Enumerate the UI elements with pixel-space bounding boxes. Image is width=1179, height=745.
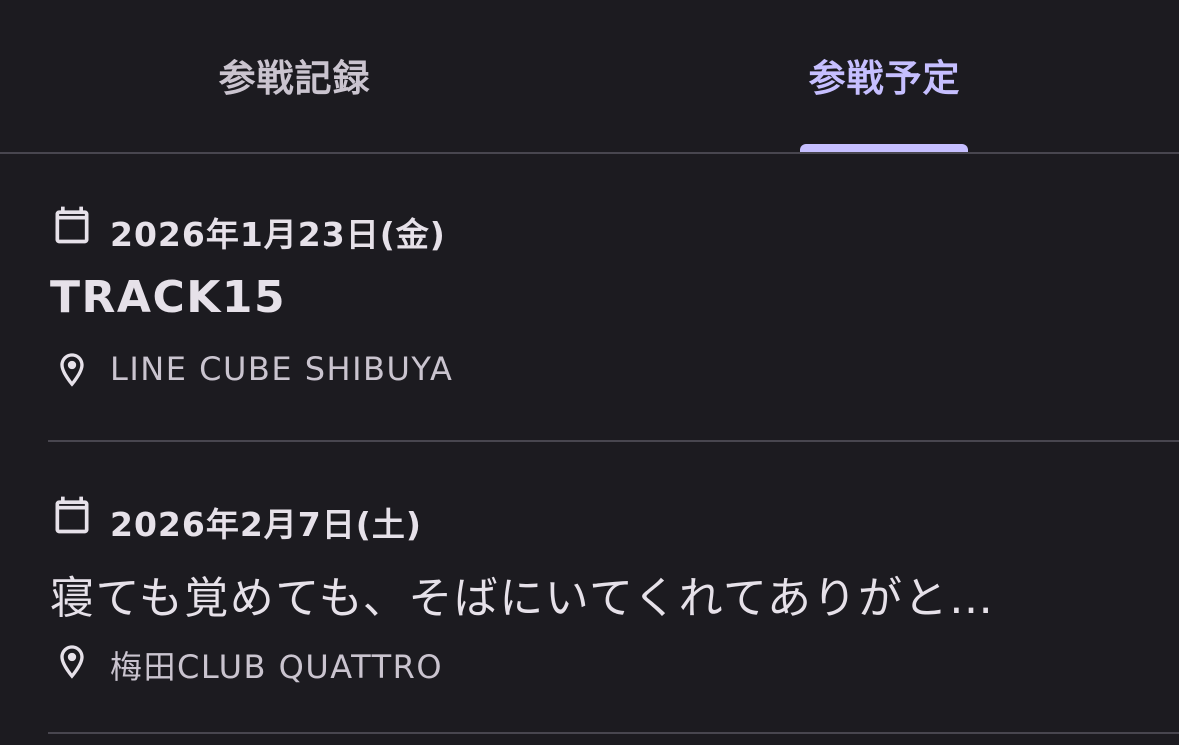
event-date: 2026年2月7日(土) [110,505,422,544]
location-pin-icon [60,645,84,679]
event-venue: LINE CUBE SHIBUYA [110,350,454,388]
calendar-icon [55,496,89,534]
event-item[interactable]: 2026年2月7日(土) 寝ても覚めても、そばにいてくれてありがと… 梅田CLU… [0,444,1179,736]
location-pin-icon [60,353,84,387]
event-title: 寝ても覚めても、そばにいてくれてありがと… [50,573,995,624]
event-item[interactable]: 2026年1月23日(金) TRACK15 LINE CUBE SHIBUYA [0,154,1179,446]
calendar-icon [55,206,89,244]
tab-bar: 参戦記録 参戦予定 [0,0,1179,154]
event-title: TRACK15 [50,272,287,323]
list-divider [48,732,1179,734]
event-venue: 梅田CLUB QUATTRO [110,648,444,686]
event-date: 2026年1月23日(金) [110,215,446,254]
list-divider [48,440,1179,442]
tab-record[interactable]: 参戦記録 [0,0,589,150]
active-tab-indicator [800,144,968,152]
tab-planned[interactable]: 参戦予定 [590,0,1179,150]
